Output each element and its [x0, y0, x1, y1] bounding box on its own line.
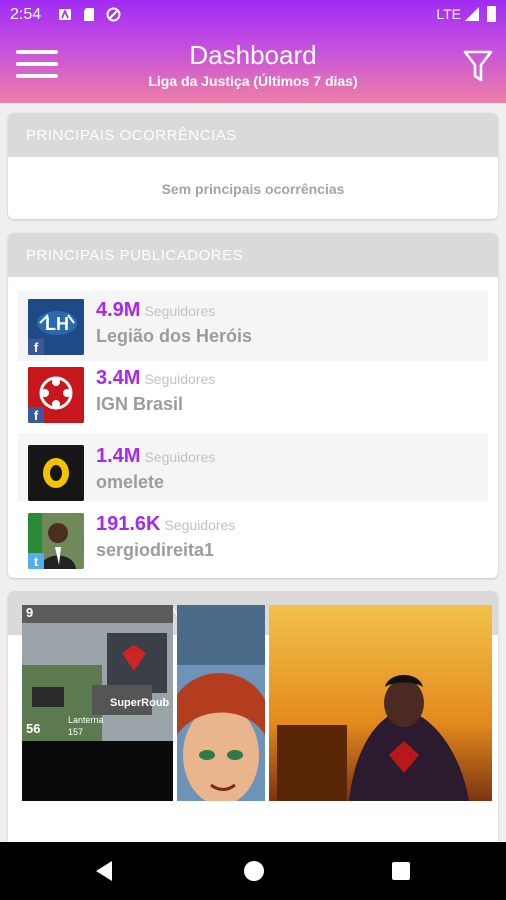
- occurrences-heading: PRINCIPAIS OCORRÊNCIAS: [8, 113, 498, 157]
- data-saver-icon: [106, 7, 121, 22]
- occurrences-empty-text: Sem principais ocorrências: [161, 181, 345, 197]
- followers-label: Seguidores: [144, 371, 216, 387]
- svg-text:LH: LH: [45, 314, 69, 334]
- images-card: PRINCIPAIS IMAGENS 9 SuperRoub 56 Lanter…: [8, 591, 498, 851]
- followers-label: Seguidores: [144, 303, 216, 319]
- thumbnail-number: 9: [26, 605, 34, 620]
- publisher-item[interactable]: 1.4M Seguidores omelete: [18, 433, 488, 501]
- image-thumbnail[interactable]: [177, 605, 265, 801]
- publisher-followers-count: 191.6K: [96, 513, 161, 535]
- publisher-followers-count: 3.4M: [96, 367, 141, 389]
- status-right: LTE: [436, 6, 496, 22]
- home-icon[interactable]: [244, 861, 264, 881]
- status-bar: 2:54 LTE: [0, 0, 506, 32]
- page-subtitle: Liga da Justiça (Últimos 7 dias): [148, 73, 358, 89]
- filter-funnel-icon: [463, 50, 493, 82]
- menu-button[interactable]: [16, 50, 58, 82]
- publishers-list: LH f 4.9MSeguidores Legião dos Heróis f: [8, 277, 498, 569]
- thumbnail-small-count: 157: [68, 727, 84, 737]
- battery-icon: [487, 6, 496, 22]
- hamburger-menu-icon-bar: [16, 74, 58, 78]
- image-thumbnail[interactable]: 9 SuperRoub 56 Lanterna 157: [22, 605, 173, 801]
- app-header: 2:54 LTE Dashboard Liga da Justiça (Últi…: [0, 0, 506, 103]
- publisher-avatar: t: [28, 513, 84, 569]
- publisher-info: 1.4M Seguidores omelete: [96, 445, 215, 493]
- followers-label: Seguidores: [144, 449, 216, 465]
- images-grid: 9 SuperRoub 56 Lanterna 157: [22, 605, 492, 805]
- publisher-followers-count: 1.4M: [96, 445, 141, 467]
- sd-card-icon: [82, 7, 96, 22]
- hamburger-menu-icon-bar: [16, 62, 58, 66]
- status-time: 2:54: [10, 6, 42, 23]
- facebook-icon: f: [28, 407, 44, 423]
- facebook-icon: f: [28, 339, 44, 355]
- publishers-heading: PRINCIPAIS PUBLICADORES: [8, 233, 498, 277]
- recent-apps-icon[interactable]: [392, 862, 410, 880]
- publisher-name: omelete: [96, 472, 165, 492]
- filter-button[interactable]: [462, 48, 494, 84]
- publisher-info: 3.4M Seguidores IGN Brasil: [96, 367, 215, 415]
- publisher-info: 191.6K Seguidores sergiodireita1: [96, 513, 235, 561]
- app-notification-icon: [58, 7, 72, 22]
- notification-icons: [58, 7, 121, 22]
- back-icon[interactable]: [96, 861, 112, 881]
- thumbnail-caption: SuperRoub: [110, 697, 170, 709]
- occurrences-card: PRINCIPAIS OCORRÊNCIAS Sem principais oc…: [8, 113, 498, 219]
- hamburger-menu-icon: [16, 50, 58, 54]
- thumbnail-small-number: 56: [26, 721, 41, 736]
- publisher-avatar: [28, 445, 84, 501]
- followers-label: Seguidores: [164, 517, 236, 533]
- image-thumbnail[interactable]: [269, 605, 492, 801]
- publisher-avatar: f: [28, 367, 84, 423]
- system-nav-bar: [0, 842, 506, 900]
- network-type: LTE: [436, 6, 461, 22]
- header-title-block: Dashboard Liga da Justiça (Últimos 7 dia…: [100, 40, 406, 89]
- publishers-card: PRINCIPAIS PUBLICADORES LH f 4.9M Seguido…: [8, 233, 498, 578]
- publisher-info: 4.9M Seguidores Legião dos Heróis: [96, 299, 252, 347]
- publisher-name: Legião dos Heróis: [96, 326, 253, 346]
- page-title: Dashboard: [189, 40, 317, 70]
- publisher-item[interactable]: f 3.4M Seguidores IGN Brasil: [18, 361, 488, 433]
- publisher-name: IGN Brasil: [96, 394, 184, 414]
- twitter-icon: t: [28, 553, 44, 569]
- signal-icon: [465, 7, 479, 21]
- publisher-item[interactable]: LH f 4.9M Seguidores Legião dos Heróis: [18, 291, 488, 361]
- publisher-followers-count: 4.9M: [96, 299, 141, 321]
- publisher-name: sergiodireita1: [96, 540, 215, 560]
- publisher-avatar: LH f: [28, 299, 84, 355]
- publisher-item[interactable]: t 191.6K Seguidores sergiodireita1: [18, 501, 488, 569]
- thumbnail-small-label: Lanterna: [68, 715, 104, 725]
